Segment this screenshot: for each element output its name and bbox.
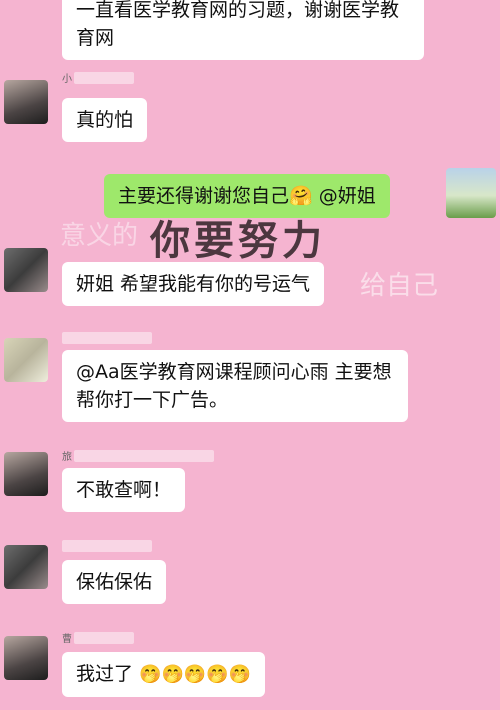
- emoji-row: 🤭🤭🤭🤭🤭: [139, 664, 252, 685]
- message-text: 保佑保佑: [76, 571, 153, 593]
- sender-nickname: 曹: [62, 634, 72, 645]
- message-text: @Aa医学教育网课程顾问心雨 主要想帮你打一下广告。: [76, 361, 392, 411]
- my-avatar[interactable]: [446, 168, 496, 218]
- message-text: 我过了: [76, 663, 134, 685]
- message-bubble: 保佑保佑: [62, 560, 167, 604]
- message-text: 主要还得谢谢您自己🤗 @妍姐: [118, 185, 376, 207]
- sender-nickname-blur: [62, 332, 152, 344]
- message-bubble: 一直看医学教育网的习题，谢谢医学教育网: [62, 0, 424, 60]
- message-bubble: 真的怕: [62, 98, 148, 142]
- message-text: 不敢查啊！: [76, 479, 172, 501]
- message-text: 一直看医学教育网的习题，谢谢医学教育网: [76, 0, 400, 49]
- background-faint-right: 给自己: [360, 271, 439, 301]
- sender-nickname: 小: [62, 74, 72, 85]
- message-bubble: 不敢查啊！: [62, 468, 186, 512]
- avatar[interactable]: [4, 338, 48, 382]
- sender-nickname-blur: [74, 450, 214, 462]
- message-text: 真的怕: [76, 109, 134, 131]
- avatar[interactable]: [4, 80, 48, 124]
- sender-nickname-blur: [74, 72, 134, 84]
- message-bubble: 妍姐 希望我能有你的号运气: [62, 262, 325, 306]
- sender-nickname-blur: [62, 540, 152, 552]
- background-faint-text: 意义的: [60, 221, 139, 251]
- sender-nickname-blur: [74, 632, 134, 644]
- avatar[interactable]: [4, 545, 48, 589]
- avatar[interactable]: [4, 248, 48, 292]
- message-bubble: 我过了 🤭🤭🤭🤭🤭: [62, 652, 266, 697]
- my-message-bubble: 主要还得谢谢您自己🤗 @妍姐: [104, 174, 390, 218]
- message-text: 妍姐 希望我能有你的号运气: [76, 273, 311, 295]
- avatar[interactable]: [4, 636, 48, 680]
- sender-nickname: 旅: [62, 452, 72, 463]
- avatar[interactable]: [4, 452, 48, 496]
- message-bubble: @Aa医学教育网课程顾问心雨 主要想帮你打一下广告。: [62, 350, 408, 422]
